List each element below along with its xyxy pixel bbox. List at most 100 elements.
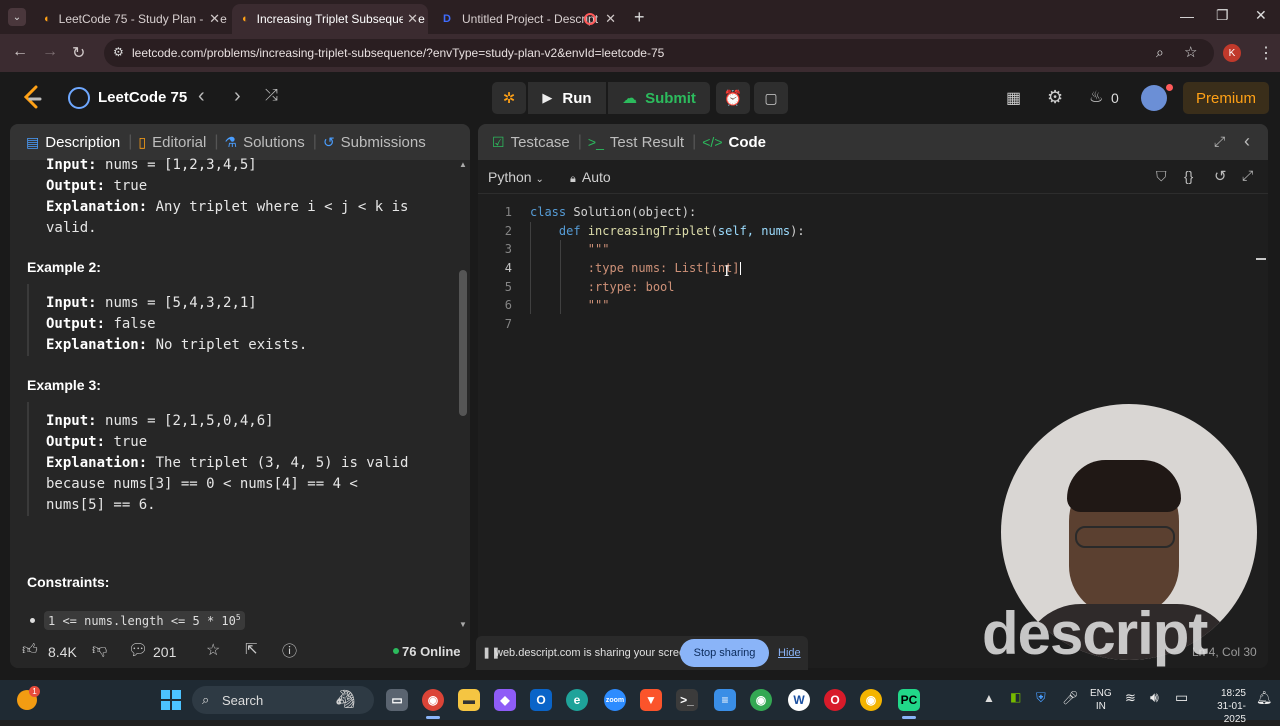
like-count: 8.4K [48,644,77,660]
help-icon[interactable]: ⓘ [282,640,297,661]
premium-button[interactable]: Premium [1183,82,1269,114]
url-field[interactable]: ⚙ leetcode.com/problems/increasing-tripl… [104,39,1214,67]
fullscreen-icon[interactable]: ⤢ [1242,167,1253,184]
back-button[interactable]: ← [12,43,28,61]
maximize-button[interactable]: ❐ [1216,7,1229,24]
leetcode-logo[interactable] [22,85,44,111]
submit-button[interactable]: ☁ Submit [608,82,710,114]
next-problem-icon[interactable]: › [234,85,241,108]
tab-submissions[interactable]: ↺ Submissions [323,134,426,151]
notes-button[interactable]: ▢ [754,82,788,114]
debug-button[interactable]: ✲ [492,82,526,114]
battery-icon[interactable]: ▭ [1175,689,1188,706]
tab-description[interactable]: ▤ Description [26,134,120,151]
site-info-icon[interactable]: ⚙ [113,45,124,59]
layout-grid-icon[interactable]: ▦ [1006,88,1021,108]
edge-icon[interactable]: e [566,689,588,711]
auto-mode[interactable]: 🔒︎ Auto [570,169,611,186]
tab-test-result[interactable]: >_ Test Result [588,134,684,151]
comment-icon[interactable]: 💬︎ [128,640,148,660]
share-icon[interactable]: ⇱ [245,640,258,658]
window-close-button[interactable]: ✕ [1255,7,1267,24]
nvidia-tray-icon[interactable]: ◧ [1010,690,1021,704]
scrollbar-thumb[interactable] [459,270,467,416]
close-icon[interactable]: ✕ [605,11,616,27]
editor-scrollbar[interactable] [1256,196,1266,628]
task-view-icon[interactable]: ▭ [386,689,408,711]
tab-solutions[interactable]: ⚗ Solutions [225,134,305,151]
profile-avatar[interactable]: K [1223,44,1241,62]
tab-editorial[interactable]: ▯ Editorial [138,134,206,151]
streak-flame-icon[interactable]: ♨ [1089,87,1103,107]
scroll-up-arrow[interactable]: ▲ [459,160,467,169]
zoom-icon[interactable]: ⌕ [1156,44,1164,61]
maximize-panel-icon[interactable]: ⤢ [1214,133,1225,150]
word-icon[interactable]: W [788,689,810,711]
wifi-icon[interactable]: ≋ [1125,690,1136,706]
new-tab-button[interactable]: + [634,7,645,28]
notepad-icon[interactable]: ≡ [714,689,736,711]
opera-icon[interactable]: O [824,689,846,711]
forward-button[interactable]: → [42,43,58,61]
input-language[interactable]: ENG IN [1090,687,1112,713]
windows-start-icon[interactable] [161,690,181,710]
close-icon[interactable]: ✕ [205,11,220,27]
bookmark-icon[interactable]: ⛉ [1156,168,1167,185]
start-pane [161,701,170,710]
code-line-1: class Solution(object): [530,205,697,219]
prev-problem-icon[interactable]: ‹ [198,85,205,108]
chrome-alt-icon[interactable]: ◉ [750,689,772,711]
reset-icon[interactable]: ↺ [1214,167,1227,185]
browser-tab-descript[interactable]: D Untitled Project - Descript ✕ [430,4,626,34]
chrome-profile-icon[interactable]: ◉ [860,689,882,711]
collapse-panel-icon[interactable]: ‹ [1244,131,1250,152]
zoom-icon[interactable]: zoom [604,689,626,711]
run-button[interactable]: ▶ Run [528,82,606,114]
example3-block-border [27,402,29,516]
brave-icon[interactable]: ▼ [640,689,662,711]
stop-sharing-button[interactable]: Stop sharing [680,639,769,667]
outlook-icon[interactable]: O [530,689,552,711]
reload-button[interactable]: ↻ [72,43,85,63]
defender-tray-icon[interactable]: ⛨ [1036,690,1046,706]
chrome-icon[interactable]: ◉ [422,689,444,711]
hide-link[interactable]: Hide [778,647,801,659]
dislike-icon[interactable]: 👎︎ [92,641,107,659]
star-icon[interactable]: ☆ [206,640,220,660]
browser-tab-studyplan[interactable]: ◐ LeetCode 75 - Study Plan - Lee ✕ [34,4,230,34]
user-avatar[interactable] [1141,85,1167,111]
copilot-icon[interactable]: ◆ [494,689,516,711]
minimize-button[interactable]: — [1180,8,1194,24]
volume-icon[interactable]: 🔊︎ [1150,689,1159,706]
description-scrollbar[interactable]: ▲ ▼ [458,160,468,632]
browser-menu-icon[interactable]: ⋮ [1258,43,1274,63]
bookmark-star-icon[interactable]: ☆ [1184,43,1197,61]
file-explorer-icon[interactable]: ▬ [458,689,480,711]
tray-overflow-icon[interactable]: ▲ [983,691,995,705]
shuffle-icon[interactable]: ⤮ [265,87,278,105]
start-pane [172,701,181,710]
code-panel-tabs: ☑ Testcase | >_ Test Result | </> Code ⤢ ‹ [478,124,1268,160]
taskbar-search-box[interactable]: ⌕ Search 🦓︎ [192,686,374,714]
notification-bell-icon[interactable]: 🔔︎ [1256,690,1273,706]
pycharm-icon[interactable]: PC [898,689,920,711]
online-dot [393,648,399,654]
browser-tab-active[interactable]: ◐ Increasing Triplet Subsequence ✕ [232,4,428,34]
terminal-app-icon[interactable]: >_ [676,689,698,711]
language-selector[interactable]: Python ⌄ [488,169,544,185]
line-number: 7 [504,317,512,331]
clock[interactable]: 18:25 31-01-2025 [1196,687,1246,726]
tab-testcase[interactable]: ☑ Testcase [492,134,570,151]
microphone-tray-icon[interactable]: 🎤︎ [1062,690,1079,706]
like-icon[interactable]: 👍︎ [22,641,38,659]
close-icon[interactable]: ✕ [403,11,418,27]
avatar-notification-dot [1166,84,1173,91]
tab-search-button[interactable]: ⌄ [8,8,26,26]
study-plan-title[interactable]: LeetCode 75 [98,89,187,106]
tab-code[interactable]: </> Code [702,134,766,151]
alarm-clock-button[interactable]: ⏰ [716,82,750,114]
search-label: Search [222,693,264,708]
scroll-down-arrow[interactable]: ▼ [459,620,467,629]
format-braces-icon[interactable]: {} [1184,168,1193,184]
settings-gear-icon[interactable]: ⚙ [1047,87,1063,108]
